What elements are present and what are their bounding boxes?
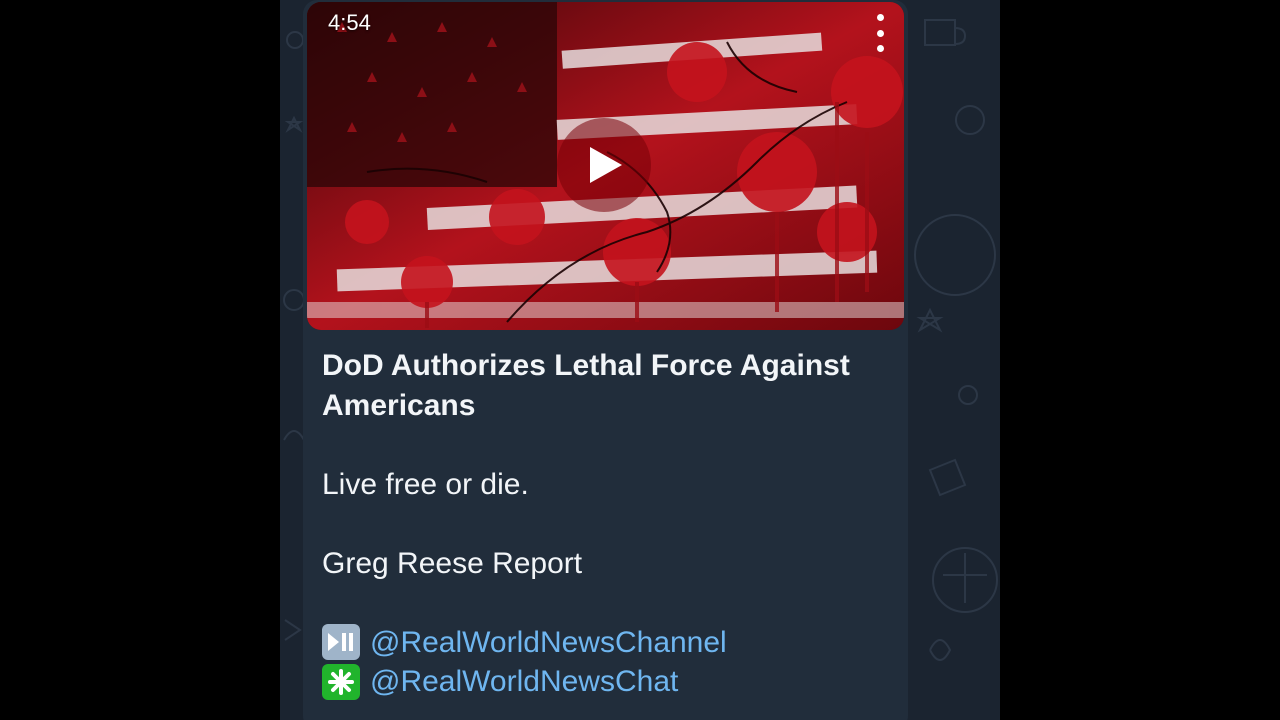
more-vertical-icon[interactable] [870, 14, 890, 52]
channel-link-row: @RealWorldNewsChannel [322, 623, 882, 663]
message-text: DoD Authorizes Lethal Force Against Amer… [322, 346, 882, 702]
channel-link[interactable]: @RealWorldNewsChannel [370, 623, 727, 663]
chat-link[interactable]: @RealWorldNewsChat [370, 662, 678, 702]
chat-screen: 4:54 DoD Authorizes Lethal Force Against… [280, 0, 1000, 720]
chat-link-row: @RealWorldNewsChat [322, 662, 882, 702]
play-button[interactable] [557, 118, 651, 212]
play-icon [590, 147, 622, 183]
message-line: Live free or die. [322, 467, 529, 501]
video-preview[interactable]: 4:54 [307, 2, 904, 330]
message-line: Greg Reese Report [322, 546, 583, 580]
message-title: DoD Authorizes Lethal Force Against Amer… [322, 349, 850, 422]
play-pause-emoji-icon [322, 624, 360, 661]
video-duration: 4:54 [328, 10, 371, 35]
asterisk-emoji-icon [322, 663, 360, 700]
